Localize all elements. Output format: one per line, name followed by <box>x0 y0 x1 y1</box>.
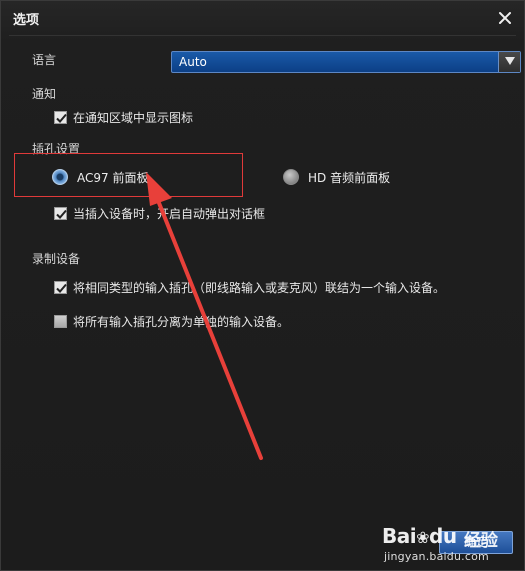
language-dropdown-toggle[interactable] <box>498 52 520 72</box>
auto-popup-option[interactable]: 当插入设备时，开启自动弹出对话框 <box>54 205 265 221</box>
show-icon-label: 在通知区域中显示图标 <box>73 110 194 125</box>
combine-inputs-option[interactable]: 将相同类型的输入插孔（即线路输入或麦克风）联结为一个输入设备。 <box>54 279 445 295</box>
ok-button[interactable]: 确定 <box>439 531 513 554</box>
checkmark-icon <box>56 113 67 123</box>
language-select[interactable]: Auto <box>171 51 521 73</box>
auto-popup-checkbox[interactable] <box>54 206 67 220</box>
language-label: 语言 <box>32 53 57 67</box>
checkmark-icon <box>56 209 67 219</box>
notification-label: 通知 <box>32 87 57 101</box>
options-dialog: 选项 语言 Auto 通知 在通知区域中显示图标 插孔设置 AC97 前面板 H… <box>0 0 525 571</box>
combine-inputs-checkbox[interactable] <box>54 280 67 294</box>
checkmark-icon <box>56 283 67 293</box>
annotation-highlight-box <box>14 153 243 197</box>
separate-inputs-checkbox[interactable] <box>54 314 67 328</box>
recording-devices-label: 录制设备 <box>32 252 81 266</box>
show-icon-option[interactable]: 在通知区域中显示图标 <box>54 109 193 125</box>
dialog-title: 选项 <box>13 13 40 28</box>
title-bar: 选项 <box>1 1 524 35</box>
combine-inputs-label: 将相同类型的输入插孔（即线路输入或麦克风）联结为一个输入设备。 <box>73 280 446 295</box>
radio-button-unselected[interactable] <box>283 169 299 185</box>
separate-inputs-option[interactable]: 将所有输入插孔分离为单独的输入设备。 <box>54 313 289 329</box>
separate-inputs-label: 将所有输入插孔分离为单独的输入设备。 <box>73 314 290 329</box>
language-select-value: Auto <box>179 55 207 69</box>
close-icon <box>499 12 511 24</box>
title-divider <box>9 35 516 36</box>
hd-audio-label: HD 音频前面板 <box>308 170 391 185</box>
close-button[interactable] <box>494 7 516 29</box>
chevron-down-icon <box>504 57 515 65</box>
radio-hd-audio-front-panel[interactable]: HD 音频前面板 <box>283 168 390 186</box>
auto-popup-label: 当插入设备时，开启自动弹出对话框 <box>73 206 266 221</box>
show-icon-checkbox[interactable] <box>54 110 67 124</box>
